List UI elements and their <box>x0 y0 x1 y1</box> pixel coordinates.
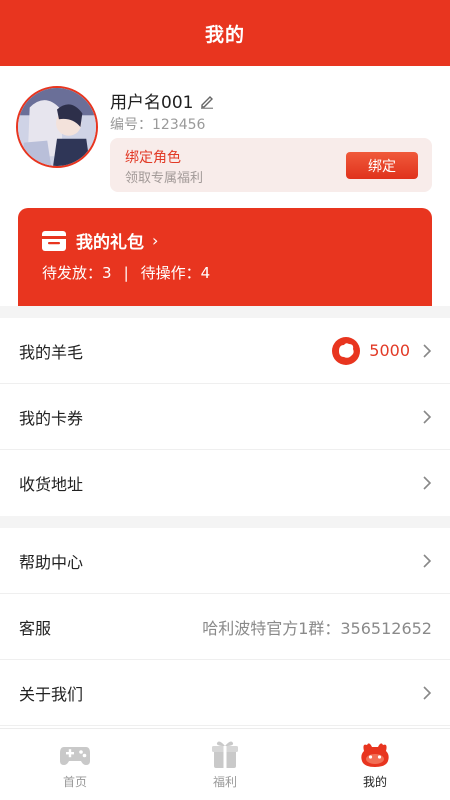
menu-label-coupons: 我的卡券 <box>19 408 84 428</box>
gift-title: 我的礼包 <box>76 233 144 253</box>
my-gift-card[interactable]: 我的礼包 › 待发放： 3 | 待操作： 4 <box>18 208 432 308</box>
gift-card-icon <box>42 230 66 251</box>
menu-label-wool: 我的羊毛 <box>19 342 84 362</box>
tab-home[interactable]: 首页 <box>0 729 150 800</box>
stats-separator: | <box>123 263 129 282</box>
tab-mine[interactable]: 我的 <box>300 729 450 800</box>
bind-button[interactable]: 绑定 <box>346 152 418 179</box>
chevron-right-icon <box>423 553 432 568</box>
service-group-info: 哈利波特官方1群：356512652 <box>202 618 432 638</box>
username: 用户名001 <box>110 93 194 113</box>
menu-item-help[interactable]: 帮助中心 <box>0 528 450 594</box>
menu-label-about: 关于我们 <box>19 684 84 704</box>
menu-label-help: 帮助中心 <box>19 552 84 572</box>
gift-box-icon <box>212 741 238 768</box>
chevron-right-icon <box>423 685 432 700</box>
gift-stats: 待发放： 3 | 待操作： 4 <box>42 262 210 283</box>
chevron-right-icon <box>423 343 432 358</box>
chevron-right-icon <box>423 409 432 424</box>
mascot-icon <box>361 743 389 767</box>
tab-label-home: 首页 <box>62 775 87 789</box>
pending-value: 3 <box>102 263 112 282</box>
user-id-label: 编号： <box>110 117 152 133</box>
coin-icon <box>332 336 361 365</box>
action-value: 4 <box>200 263 211 282</box>
section-divider <box>0 306 450 318</box>
user-id-row: 编号：123456 <box>110 114 205 134</box>
avatar-illustration-icon <box>18 88 96 166</box>
wool-balance: 5000 <box>331 336 410 366</box>
menu-item-service[interactable]: 客服 哈利波特官方1群：356512652 <box>0 594 450 660</box>
gamepad-icon <box>60 747 90 765</box>
menu-label-address: 收货地址 <box>19 475 84 494</box>
edit-pencil-icon[interactable] <box>199 93 215 109</box>
app-header: 我的 <box>0 0 450 66</box>
section-divider <box>0 516 450 528</box>
menu-item-wool[interactable]: 我的羊毛 5000 <box>0 318 450 384</box>
bind-role-title: 绑定角色 <box>125 150 181 166</box>
chevron-right-icon: › <box>152 231 159 250</box>
chevron-right-icon <box>423 476 432 490</box>
wool-value: 5000 <box>369 341 410 360</box>
tab-welfare[interactable]: 福利 <box>150 729 300 800</box>
avatar[interactable] <box>16 86 98 168</box>
tab-label-welfare: 福利 <box>212 775 237 789</box>
gift-title-row[interactable]: 我的礼包 › <box>42 228 158 253</box>
username-row: 用户名001 <box>110 88 215 113</box>
bottom-tab-bar: 首页 福利 我的 <box>0 728 450 800</box>
menu-item-about[interactable]: 关于我们 <box>0 660 450 726</box>
tab-label-mine: 我的 <box>362 775 387 789</box>
menu-item-address[interactable]: 收货地址 <box>0 450 450 516</box>
pending-label: 待发放： <box>42 264 103 282</box>
action-label: 待操作： <box>140 264 201 282</box>
page-title: 我的 <box>204 23 245 46</box>
user-id-value: 123456 <box>152 117 206 133</box>
profile-section: 用户名001 编号：123456 绑定角色 领取专属福利 绑定 <box>0 66 450 212</box>
bind-role-card: 绑定角色 领取专属福利 绑定 <box>110 138 432 192</box>
menu-item-coupons[interactable]: 我的卡券 <box>0 384 450 450</box>
bind-role-subtitle: 领取专属福利 <box>125 171 204 186</box>
menu-label-service: 客服 <box>19 618 52 638</box>
